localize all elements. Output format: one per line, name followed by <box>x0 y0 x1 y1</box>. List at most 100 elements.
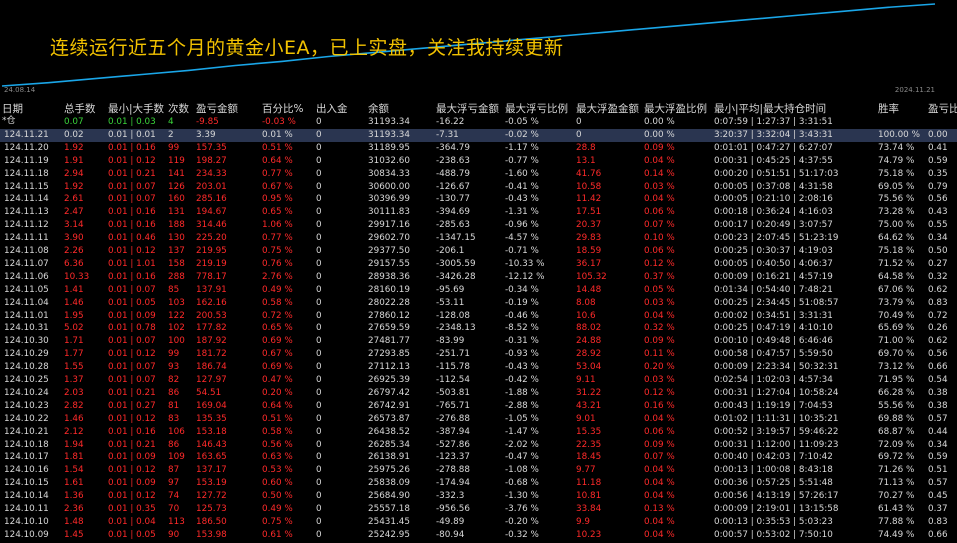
cell-pnl: 219.19 <box>196 258 227 269</box>
cell-max-float-profit: 17.51 <box>576 207 602 218</box>
cell-win-rate: 70.27 % <box>878 491 915 502</box>
table-row[interactable]: 124.11.21 0.02 0.01 | 0.01 2 3.39 0.01 % 0 3119… <box>0 128 957 142</box>
cell-deposit-withdraw: 0 <box>316 529 322 540</box>
table-row[interactable]: 124.10.18 1.94 0.01 | 0.21 86 146.43 0.56 % 0 2… <box>0 439 957 452</box>
cell-trade-count: 126 <box>168 181 185 192</box>
cell-percent: 0.69 % <box>262 336 293 347</box>
table-row[interactable]: 124.11.08 2.26 0.01 | 0.12 137 219.95 0.75 % 0… <box>0 245 957 258</box>
table-row[interactable]: 124.11.12 3.14 0.01 | 0.16 188 314.46 1.06 % 0… <box>0 219 957 232</box>
cell-win-rate: 69.88 % <box>878 413 915 424</box>
cell-total-lots: 1.48 <box>64 516 84 527</box>
header-count[interactable]: 次数 <box>168 101 189 116</box>
cell-profit-factor: 0.34 <box>928 439 948 450</box>
table-row[interactable]: 124.11.13 2.47 0.01 | 0.16 131 194.67 0.65 % 0… <box>0 206 957 219</box>
header-minmax[interactable]: 最小|大手数 <box>108 101 164 116</box>
cell-balance: 31032.60 <box>368 155 410 166</box>
cell-deposit-withdraw: 0 <box>316 155 322 166</box>
cell-deposit-withdraw: 0 <box>316 465 322 476</box>
cell-hold-time: 0:00:09 | 0:16:21 | 4:57:19 <box>714 271 833 282</box>
table-row[interactable]: 124.10.11 2.36 0.01 | 0.35 70 125.73 0.49 % 0 2… <box>0 503 957 516</box>
cell-deposit-withdraw: 0 <box>316 516 322 527</box>
table-row[interactable]: 124.10.29 1.77 0.01 | 0.12 99 181.72 0.67 % 0 2… <box>0 348 957 361</box>
header-balance[interactable]: 余额 <box>368 101 389 116</box>
header-pnl[interactable]: 盈亏金额 <box>196 101 238 116</box>
table-row[interactable]: 124.11.20 1.92 0.01 | 0.16 99 157.35 0.51 % 0 3… <box>0 142 957 155</box>
table-row[interactable]: 124.10.09 1.45 0.01 | 0.05 90 153.98 0.61 % 0 2… <box>0 529 957 542</box>
table-row[interactable]: 124.11.05 1.41 0.01 | 0.07 85 137.91 0.49 % 0 2… <box>0 284 957 297</box>
cell-max-float-profit-pct: 0.37 % <box>644 271 675 282</box>
cell-total-lots: 1.92 <box>64 142 84 153</box>
cell-max-float-loss-pct: -1.08 % <box>505 465 539 476</box>
table-row[interactable]: 124.10.22 1.46 0.01 | 0.12 83 135.35 0.51 % 0 2… <box>0 413 957 426</box>
cell-max-float-profit-pct: 0.00 % <box>644 117 675 127</box>
table-row[interactable]: 124.10.10 1.48 0.01 | 0.04 113 186.50 0.75 % 0… <box>0 516 957 529</box>
cell-balance: 27112.13 <box>368 362 410 373</box>
cell-date: 124.11.19 <box>4 155 49 166</box>
cell-max-float-loss: -128.08 <box>436 310 470 321</box>
table-row[interactable]: 124.11.07 6.36 0.01 | 1.01 158 219.19 0.76 % 0… <box>0 258 957 271</box>
table-row[interactable]: 124.10.17 1.81 0.01 | 0.09 109 163.65 0.63 % 0… <box>0 451 957 464</box>
table-row[interactable]: 124.11.06 10.33 0.01 | 0.16 288 778.17 2.76 %… <box>0 271 957 284</box>
table-row[interactable]: 124.10.24 2.03 0.01 | 0.21 86 54.51 0.20 % 0 26… <box>0 387 957 400</box>
header-win_rate[interactable]: 胜率 <box>878 101 899 116</box>
table-row[interactable]: 124.10.28 1.55 0.01 | 0.07 93 186.74 0.69 % 0 2… <box>0 361 957 374</box>
cell-win-rate: 77.88 % <box>878 516 915 527</box>
cell-max-float-loss-pct: -1.17 % <box>505 142 539 153</box>
header-max_float_profit_pct[interactable]: 最大浮盈比例 <box>644 101 707 116</box>
table-row[interactable]: 124.10.16 1.54 0.01 | 0.12 87 137.17 0.53 % 0 2… <box>0 464 957 477</box>
cell-trade-count: 106 <box>168 426 185 437</box>
cell-hold-time: 0:00:40 | 0:42:03 | 7:10:42 <box>714 452 833 463</box>
summary-row[interactable]: 0.07 0.01 | 0.03 4 -9.85 -0.03 % 0 31193.34 -16… <box>0 116 957 129</box>
cell-min-max-lots: 0.01 | 1.01 <box>108 258 156 269</box>
table-row[interactable]: 124.11.04 1.46 0.01 | 0.05 103 162.16 0.58 % 0… <box>0 297 957 310</box>
header-inout[interactable]: 出入金 <box>316 101 348 116</box>
header-max_float_profit[interactable]: 最大浮盈金额 <box>576 101 639 116</box>
cell-percent: 0.51 % <box>262 413 293 424</box>
table-row[interactable]: 124.10.30 1.71 0.01 | 0.07 100 187.92 0.69 % 0… <box>0 335 957 348</box>
cell-hold-time: 0:00:10 | 0:49:48 | 6:46:46 <box>714 336 833 347</box>
cell-deposit-withdraw: 0 <box>316 142 322 153</box>
cell-trade-count: 158 <box>168 258 185 269</box>
table-row[interactable]: 124.10.25 1.37 0.01 | 0.07 82 127.97 0.47 % 0 2… <box>0 374 957 387</box>
cell-trade-count: 2 <box>168 129 174 140</box>
cell-min-max-lots: 0.01 | 0.16 <box>108 271 156 282</box>
cell-max-float-loss-pct: -2.02 % <box>505 439 539 450</box>
cell-pnl: 285.16 <box>196 194 227 205</box>
cell-balance: 25431.45 <box>368 516 410 527</box>
table-row[interactable]: 124.10.21 2.12 0.01 | 0.16 106 153.18 0.58 % 0… <box>0 426 957 439</box>
table-row[interactable]: 124.10.31 5.02 0.01 | 0.78 102 177.82 0.65 % 0… <box>0 322 957 335</box>
table-row[interactable]: 124.11.15 1.92 0.01 | 0.07 126 203.01 0.67 % 0… <box>0 181 957 194</box>
table-row[interactable]: 124.10.14 1.36 0.01 | 0.12 74 127.72 0.50 % 0 2… <box>0 490 957 503</box>
cell-trade-count: 160 <box>168 194 185 205</box>
cell-max-float-profit: 31.22 <box>576 387 602 398</box>
header-hold_time[interactable]: 最小|平均|最大持仓时间 <box>714 101 826 116</box>
cell-deposit-withdraw: 0 <box>316 349 322 360</box>
cell-total-lots: 1.41 <box>64 284 84 295</box>
header-pf[interactable]: 盈亏比 <box>928 101 957 116</box>
cell-min-max-lots: 0.01 | 0.16 <box>108 142 156 153</box>
cell-total-lots: 3.90 <box>64 233 84 244</box>
cell-max-float-loss-pct: -0.42 % <box>505 375 539 385</box>
header-lots[interactable]: 总手数 <box>64 101 96 116</box>
header-max_float_loss_pct[interactable]: 最大浮亏比例 <box>505 101 568 116</box>
table-row[interactable]: 124.11.01 1.95 0.01 | 0.09 122 200.53 0.72 % 0… <box>0 310 957 323</box>
cell-max-float-profit-pct: 0.07 % <box>644 220 675 231</box>
cell-trade-count: 122 <box>168 310 185 321</box>
cell-pnl: -9.85 <box>196 117 219 127</box>
header-max_float_loss[interactable]: 最大浮亏金额 <box>436 101 499 116</box>
cell-deposit-withdraw: 0 <box>316 129 322 140</box>
table-row[interactable]: 124.11.18 2.94 0.01 | 0.21 141 234.33 0.77 % 0… <box>0 168 957 181</box>
cell-date: 124.10.15 <box>4 478 49 489</box>
table-row[interactable]: 124.11.11 3.90 0.01 | 0.46 130 225.20 0.77 % 0… <box>0 232 957 245</box>
cell-total-lots: 2.94 <box>64 168 84 179</box>
cell-profit-factor: 0.51 <box>928 465 948 476</box>
table-row[interactable]: 124.10.23 2.82 0.01 | 0.27 81 169.04 0.64 % 0 2… <box>0 400 957 413</box>
cell-percent: 2.76 % <box>262 271 293 282</box>
table-row[interactable]: 124.10.15 1.61 0.01 | 0.09 97 153.19 0.60 % 0 2… <box>0 477 957 490</box>
cell-pnl: 234.33 <box>196 168 227 179</box>
cell-date: 124.10.16 <box>4 465 49 476</box>
cell-percent: 0.47 % <box>262 375 293 385</box>
table-row[interactable]: 124.11.14 2.61 0.01 | 0.07 160 285.16 0.95 % 0… <box>0 193 957 206</box>
header-pct[interactable]: 百分比% <box>262 101 303 116</box>
table-row[interactable]: 124.11.19 1.91 0.01 | 0.12 119 198.27 0.64 % 0… <box>0 155 957 168</box>
